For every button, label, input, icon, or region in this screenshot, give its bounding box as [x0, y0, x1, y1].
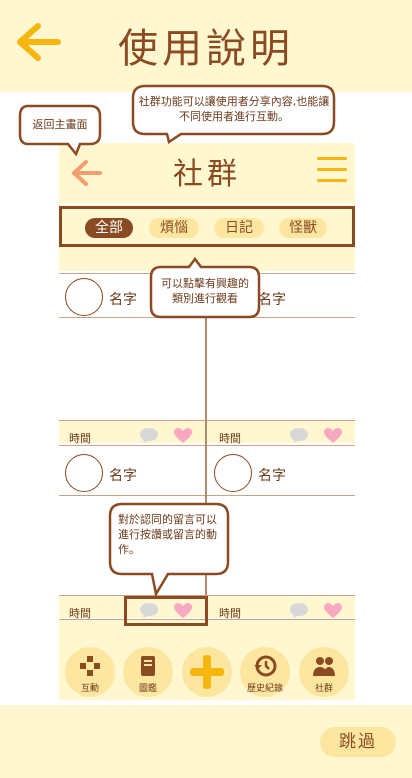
skip-button[interactable]: 跳過	[320, 727, 396, 757]
post-time: 時間	[219, 432, 241, 445]
heart-icon[interactable]	[323, 602, 343, 619]
comment-bubble-icon[interactable]	[289, 602, 309, 619]
callout-reaction-hint: 對於認同的留言可以進行按讚或留言的動作。	[118, 513, 217, 556]
callout-back-home: 返回主畫面	[32, 118, 88, 131]
bottom-nav: 互動 圖鑑 歷史紀錄 社群	[59, 643, 355, 700]
comment-bubble-icon[interactable]	[139, 427, 159, 444]
column-divider	[205, 420, 207, 445]
divider	[59, 445, 355, 446]
nav-label: 社群	[314, 684, 333, 694]
post-author-name: 名字	[109, 468, 137, 484]
post-author-name: 名字	[109, 292, 137, 308]
callout-community-intro: 社群功能可以讓使用者分享內容,也能讓不同使用者進行互動。	[138, 95, 330, 123]
nav-item-community[interactable]: 社群	[299, 647, 349, 697]
nav-item-add[interactable]	[182, 647, 232, 697]
app-bar: 社群	[59, 143, 355, 203]
heart-icon[interactable]	[323, 427, 343, 444]
tutorial-footer: 跳過	[0, 705, 412, 778]
post-action-strip	[59, 421, 355, 443]
app-title: 社群	[173, 157, 241, 192]
nav-item-interact[interactable]: 互動	[65, 647, 115, 697]
page-title: 使用說明	[118, 26, 294, 72]
filter-highlight	[59, 206, 355, 247]
nav-item-history[interactable]: 歷史紀錄	[240, 647, 290, 697]
tutorial-header: 使用說明	[0, 0, 412, 92]
avatar[interactable]	[65, 454, 103, 492]
post-author-name: 名字	[258, 468, 286, 484]
avatar[interactable]	[65, 278, 103, 316]
nav-item-collection[interactable]: 圖鑑	[123, 647, 173, 697]
people-icon	[313, 657, 335, 676]
heart-icon[interactable]	[173, 427, 193, 444]
gamepad-icon	[80, 656, 100, 676]
nav-label: 互動	[80, 684, 99, 694]
avatar[interactable]	[214, 454, 252, 492]
nav-label: 圖鑑	[138, 684, 157, 694]
hamburger-menu-icon[interactable]	[317, 157, 347, 183]
post-author-name: 名字	[258, 292, 286, 308]
post-time: 時間	[69, 432, 91, 445]
nav-label: 歷史紀錄	[246, 684, 283, 694]
divider	[59, 420, 355, 421]
callout-filter-hint: 可以點擊有興趣的類別進行觀看	[161, 277, 249, 305]
book-icon	[141, 656, 155, 676]
reaction-highlight	[124, 596, 208, 626]
plus-icon	[190, 655, 224, 689]
history-icon	[254, 655, 277, 677]
divider	[59, 495, 355, 496]
comment-bubble-icon[interactable]	[289, 427, 309, 444]
